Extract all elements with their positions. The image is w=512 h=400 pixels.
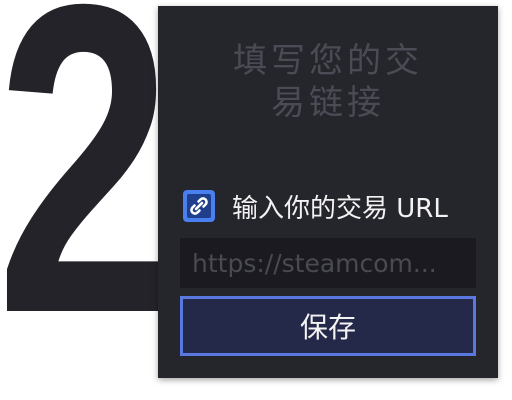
step-number: 2 — [0, 0, 172, 400]
trade-url-step-card: 2 填写您的交 易链接 输入你的交易 URL https://steamcom.… — [0, 0, 512, 400]
save-button[interactable]: 保存 — [180, 296, 476, 356]
panel-title-line-2: 易链接 — [271, 83, 385, 123]
link-icon — [182, 189, 216, 223]
panel-title: 填写您的交 易链接 — [158, 40, 498, 124]
trade-url-label-row: 输入你的交易 URL — [182, 186, 448, 226]
trade-url-panel: 填写您的交 易链接 输入你的交易 URL 保存 — [158, 6, 498, 378]
trade-url-input[interactable] — [180, 238, 476, 288]
panel-title-line-1: 填写您的交 — [233, 41, 423, 81]
trade-url-label: 输入你的交易 URL — [232, 193, 448, 224]
save-button-label: 保存 — [299, 311, 356, 344]
